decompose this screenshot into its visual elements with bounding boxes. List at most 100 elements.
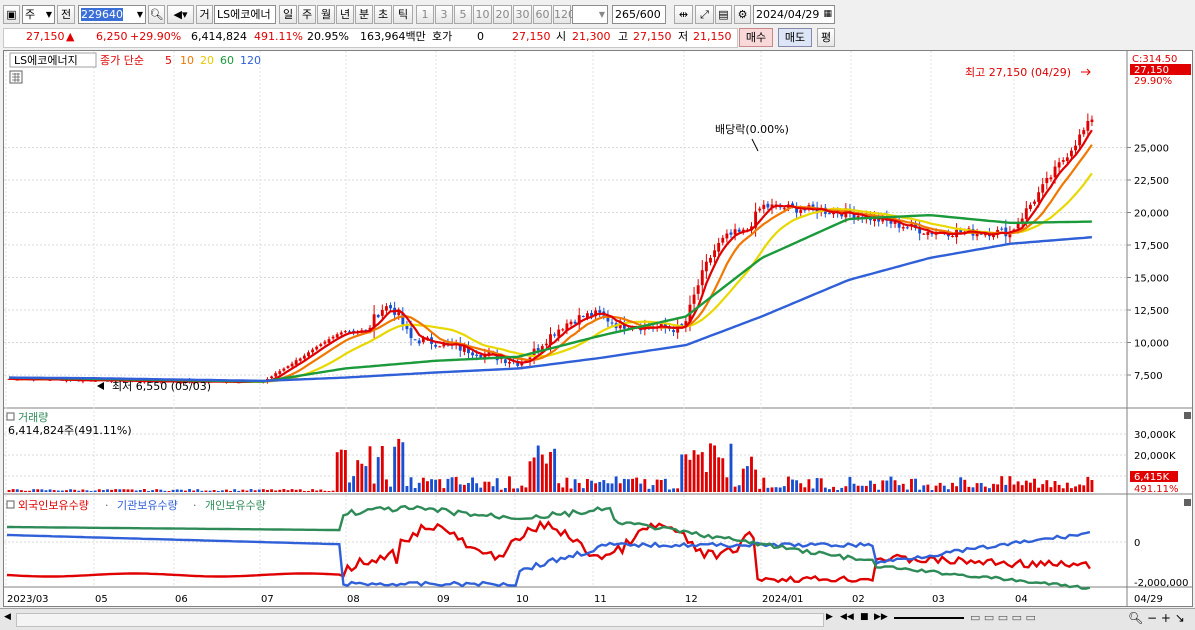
rewind-icon[interactable]: ◀◀ <box>840 612 854 622</box>
buy-button[interactable]: 매수 <box>739 28 773 47</box>
volume-bar <box>462 484 466 492</box>
interval-3-button[interactable]: 3 <box>435 5 453 24</box>
scroll-right-icon[interactable]: ▶ <box>826 612 833 622</box>
chart-canvas[interactable]: LS에코에너지 종가 단순 5 10 20 60 120 최고 27,150 (… <box>4 51 1192 606</box>
period-month-button[interactable]: 월 <box>317 5 335 24</box>
price-tick-label: 10,000 <box>1134 339 1169 350</box>
volume-bar <box>832 486 835 492</box>
code-input[interactable]: 229640 ▼ <box>78 5 146 24</box>
count-field[interactable]: 265/600 <box>612 5 666 24</box>
period-minute-button[interactable]: 분 <box>355 5 373 24</box>
sell-button[interactable]: 매도 <box>778 28 812 47</box>
holdings-panel-icon[interactable] <box>6 500 15 509</box>
date-field[interactable]: 2024/04/29 ▦ <box>753 5 835 24</box>
volume-bar <box>729 443 733 492</box>
candle-body <box>561 329 565 331</box>
tools-icon[interactable]: ⤢ <box>695 5 714 24</box>
volume-bar <box>1070 488 1073 492</box>
volume-bar <box>430 479 433 492</box>
volume-bar <box>602 480 606 492</box>
period-tick-button[interactable]: 틱 <box>393 5 413 24</box>
candle-body <box>1057 162 1061 168</box>
chart-area[interactable]: LS에코에너지 종가 단순 5 10 20 60 120 최고 27,150 (… <box>3 50 1193 607</box>
quote-open-label: 시 <box>556 30 567 43</box>
x-tick-label: 09 <box>437 594 450 605</box>
category-button[interactable]: 거 <box>196 5 213 24</box>
volume-bar <box>19 490 23 492</box>
price-tick-label: 15,000 <box>1134 274 1169 285</box>
volume-bar <box>655 479 659 492</box>
volume-bar <box>175 489 179 492</box>
high-annotation: 최고 27,150 (04/29) <box>965 66 1071 79</box>
quote-low: 21,150 <box>693 30 732 43</box>
volume-bar <box>225 489 228 492</box>
prev-button[interactable]: 전 <box>57 5 75 24</box>
volume-bar <box>795 480 799 492</box>
zoom-slider[interactable] <box>894 617 964 619</box>
period-day-button[interactable]: 일 <box>279 5 297 24</box>
candle-body <box>1078 134 1082 146</box>
interval-60-button[interactable]: 60 <box>533 5 552 24</box>
gear-icon[interactable]: ⚙ <box>734 5 751 24</box>
interval-30-button[interactable]: 30 <box>513 5 532 24</box>
volume-bar <box>622 478 626 492</box>
interval-120-button[interactable]: 120 <box>553 5 575 24</box>
interval-10-button[interactable]: 10 <box>473 5 492 24</box>
scroll-left-icon[interactable]: ◀ <box>4 612 14 626</box>
volume-current-tag-text: 6,415K <box>1134 472 1170 483</box>
volume-panel-close-icon[interactable] <box>1184 412 1191 419</box>
volume-bar <box>643 479 647 492</box>
quote-high: 27,150 <box>633 30 672 43</box>
interval-20-button[interactable]: 20 <box>493 5 512 24</box>
holdings-sep: · <box>193 499 197 512</box>
zoom-icon[interactable]: ⇹ <box>674 5 693 24</box>
volume-bar <box>122 489 126 492</box>
interval-custom-select[interactable]: ▼ <box>572 5 608 24</box>
view-icons[interactable]: ▭ ▭ ▭ ▭ ▭ <box>970 611 1036 624</box>
volume-bar <box>89 490 93 492</box>
interval-1-button[interactable]: 1 <box>416 5 434 24</box>
candle-body <box>553 334 557 336</box>
volume-bar <box>922 485 926 492</box>
fast-forward-icon[interactable]: ▶▶ <box>874 612 888 622</box>
volume-bar <box>1053 480 1057 492</box>
volume-bar <box>848 476 852 492</box>
horizontal-scrollbar[interactable] <box>16 613 824 627</box>
volume-bar <box>467 482 470 492</box>
volume-bar <box>28 490 31 492</box>
search-icon[interactable]: 🔍︎ <box>148 5 165 24</box>
volume-bar <box>823 487 827 492</box>
candle-body <box>1028 204 1032 210</box>
period-week-button[interactable]: 주 <box>298 5 316 24</box>
sound-icon[interactable]: ◀▾ <box>167 5 194 24</box>
market-select[interactable]: 주 ▼ <box>22 5 55 24</box>
holdings-panel-close-icon[interactable] <box>1184 499 1191 506</box>
volume-bar <box>106 489 109 492</box>
save-icon[interactable]: ▤ <box>715 5 732 24</box>
x-tick-label: 11 <box>594 594 607 605</box>
interval-5-button[interactable]: 5 <box>454 5 472 24</box>
zoom-icons[interactable]: 🔍︎ − + ↘ <box>1128 611 1185 625</box>
candle-body <box>1070 150 1073 157</box>
stop-icon[interactable]: ■ <box>860 612 869 622</box>
quote-turnover: 20.95% <box>307 30 349 43</box>
period-second-button[interactable]: 초 <box>374 5 392 24</box>
candle-body <box>331 336 335 339</box>
x-tick-label: 07 <box>261 594 274 605</box>
eval-button[interactable]: 평 <box>817 28 835 47</box>
volume-bar <box>339 449 343 492</box>
volume-bar <box>249 489 253 492</box>
period-year-button[interactable]: 년 <box>336 5 354 24</box>
quote-open: 21,300 <box>572 30 611 43</box>
x-tick-label: 03 <box>932 594 945 605</box>
holdings-sep: · <box>105 499 109 512</box>
quote-volume: 6,414,824 <box>191 30 247 43</box>
window-icon[interactable]: ▣ <box>3 5 20 24</box>
volume-bar <box>126 489 130 492</box>
candle-body <box>417 340 421 344</box>
market-select-label: 주 <box>25 8 36 21</box>
stock-name-field[interactable]: LS에코에너 <box>214 5 276 24</box>
volume-bar <box>196 489 200 492</box>
quote-amount: 163,964백만 <box>360 30 426 43</box>
volume-panel-icon[interactable] <box>6 412 15 421</box>
